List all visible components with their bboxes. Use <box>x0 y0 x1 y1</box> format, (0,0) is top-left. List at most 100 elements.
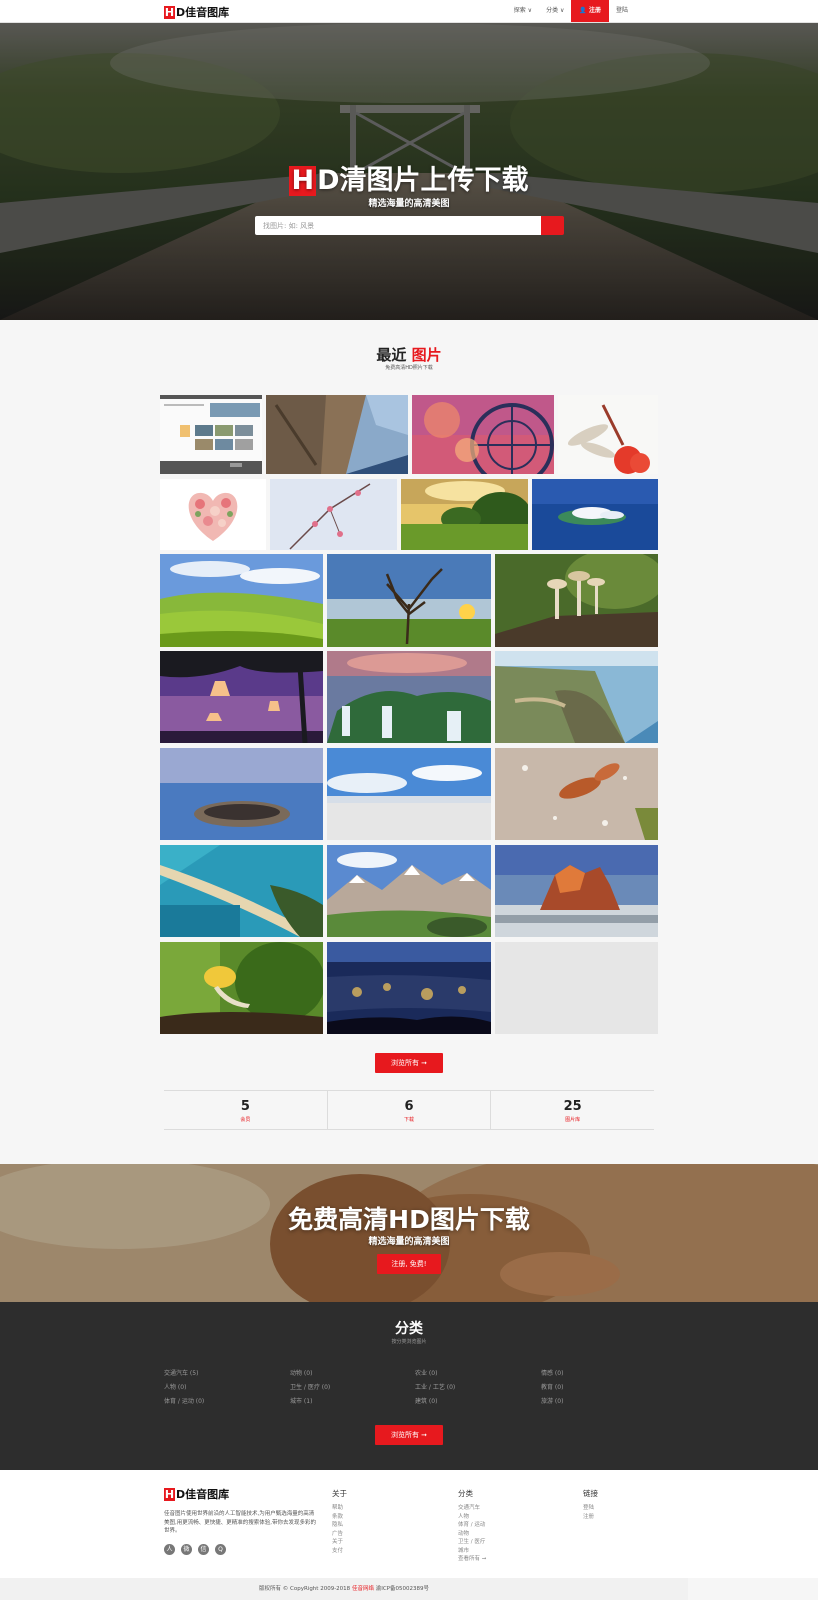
stat-downloads-label: 下载 <box>404 1117 415 1123</box>
copyright-suffix: 渝ICP备05002389号 <box>373 1586 429 1592</box>
category-link[interactable]: 体育 / 运动 (0) <box>164 1396 204 1405</box>
footer-col-links: 链接 登陆 注册 <box>583 1488 598 1521</box>
nav-register-button[interactable]: 👤 注册 <box>571 0 609 22</box>
nav-explore-dropdown[interactable]: 探索 ∨ <box>507 0 539 22</box>
category-link[interactable]: 工业 / 工艺 (0) <box>415 1382 455 1391</box>
footer-link[interactable]: 条款 <box>332 1513 347 1522</box>
footer-description: 佳音图片使用世界前沿的人工智能技术,为用户甄选海量的高清美图,用更流畅、更快捷、… <box>164 1511 316 1534</box>
nav-register-label: 注册 <box>588 7 601 14</box>
browse-all-photos-button[interactable]: 浏览所有 ➞ <box>375 1053 443 1073</box>
footer-link[interactable]: 登陆 <box>583 1504 598 1513</box>
site-logo[interactable]: H D佳音图库 <box>164 4 229 20</box>
footer-link[interactable]: 注册 <box>583 1513 598 1522</box>
footer-link[interactable]: 城市 <box>458 1547 486 1556</box>
banner-title: 免费高清HD图片下载 <box>288 1205 530 1234</box>
photo-cliff-crevice[interactable] <box>266 395 408 474</box>
footer-logo[interactable]: H D佳音图库 <box>164 1486 229 1502</box>
footer-link[interactable]: 动物 <box>458 1530 486 1539</box>
photo-sky-clouds[interactable] <box>327 748 491 840</box>
category-link[interactable]: 动物 (0) <box>290 1368 312 1377</box>
category-link[interactable]: 旅游 (0) <box>541 1396 563 1405</box>
photo-mushrooms-log[interactable] <box>495 554 658 647</box>
photo-snowy-mountains[interactable] <box>327 845 491 937</box>
photo-waterfalls[interactable] <box>327 651 491 743</box>
photo-tree-sunset[interactable] <box>327 554 491 647</box>
nav-categories-dropdown[interactable]: 分类 ∨ <box>539 0 571 22</box>
footer-link[interactable]: 查看所有 ➞ <box>458 1555 486 1564</box>
footer-link[interactable]: 体育 / 运动 <box>458 1521 486 1530</box>
hero-title-text: D清图片上传下载 <box>317 165 529 196</box>
banner-subtitle: 精选海量的高清美图 <box>368 1237 450 1247</box>
categories-title: 分类 <box>395 1321 423 1337</box>
copyright-bar: 版权所有 © CopyRight 2009-2018 佳音网络 渝ICP备050… <box>0 1578 688 1600</box>
logo-h-mark: H <box>164 5 175 19</box>
photo-beach-spit[interactable] <box>160 845 323 937</box>
photo-city-lights-night[interactable] <box>327 942 491 1034</box>
photo-rose-heart[interactable] <box>160 479 266 550</box>
photo-green-meadow[interactable] <box>401 479 528 550</box>
stat-downloads: 6 下载 <box>328 1091 492 1129</box>
logo-text: D佳音图库 <box>176 6 230 19</box>
photo-lanterns-tree-night[interactable] <box>160 651 323 743</box>
stat-gallery: 25 图片库 <box>491 1091 654 1129</box>
categories-subtitle: 按分类浏览图片 <box>391 1339 427 1345</box>
footer-link[interactable]: 广告 <box>332 1530 347 1539</box>
register-free-button[interactable]: 注册, 免费! <box>377 1254 441 1274</box>
footer-logo-h-mark: H <box>164 1487 175 1501</box>
categories-section: 分类 按分类浏览图片 交通汽车 (5) 动物 (0) 农业 (0) 情感 (0)… <box>0 1302 818 1470</box>
category-link[interactable]: 情感 (0) <box>541 1368 563 1377</box>
footer-link[interactable]: 卫生 / 医疗 <box>458 1538 486 1547</box>
search-button[interactable] <box>255 216 564 235</box>
main-nav: 探索 ∨ 分类 ∨ 👤 注册 登陆 <box>507 0 635 22</box>
category-link[interactable]: 教育 (0) <box>541 1382 563 1391</box>
photo-placeholder[interactable] <box>495 942 658 1034</box>
hero-subtitle: 精选海量的高清美图 <box>368 199 450 209</box>
category-link[interactable]: 建筑 (0) <box>415 1396 437 1405</box>
page: H D佳音图库 探索 ∨ 分类 ∨ 👤 注册 登陆 H D清图片上传下载 精选海… <box>0 0 818 1600</box>
copyright-brand-link[interactable]: 佳音网络 <box>352 1586 374 1592</box>
photo-ferris-wheel-fireworks[interactable] <box>412 395 554 474</box>
browse-all-categories-button[interactable]: 浏览所有 ➞ <box>375 1425 443 1445</box>
category-link[interactable]: 城市 (1) <box>290 1396 312 1405</box>
search-icon <box>255 216 263 224</box>
footer-link[interactable]: 隐私 <box>332 1521 347 1530</box>
footer-link[interactable]: 支付 <box>332 1547 347 1556</box>
photo-website-screenshot[interactable] <box>160 395 262 474</box>
footer-link[interactable]: 人物 <box>458 1513 486 1522</box>
stat-members-label: 会员 <box>240 1117 251 1123</box>
stat-downloads-value: 6 <box>404 1099 414 1114</box>
photo-leaping-squirrel[interactable] <box>495 748 658 840</box>
stat-members: 5 会员 <box>164 1091 328 1129</box>
user-icon: 👤 <box>579 7 587 14</box>
category-link[interactable]: 人物 (0) <box>164 1382 186 1391</box>
search-input[interactable] <box>255 216 541 235</box>
photo-geyser-rock[interactable] <box>495 845 658 937</box>
renren-icon[interactable]: 人 <box>164 1544 175 1555</box>
category-link[interactable]: 卫生 / 医疗 (0) <box>290 1382 330 1391</box>
hero-title-h: H <box>289 165 317 196</box>
stat-gallery-value: 25 <box>563 1099 582 1114</box>
photo-lake-spillway[interactable] <box>160 748 323 840</box>
recent-title-red: 图片 <box>411 346 442 364</box>
weibo-icon[interactable]: 微 <box>181 1544 192 1555</box>
stat-members-value: 5 <box>240 1099 250 1114</box>
photo-dragonfly-lantern[interactable] <box>558 395 658 474</box>
search-bar <box>255 216 564 235</box>
photo-island-ocean[interactable] <box>532 479 658 550</box>
qq-icon[interactable]: Q <box>215 1544 226 1555</box>
photo-coastal-cliffs[interactable] <box>495 651 658 743</box>
footer-logo-text: D佳音图库 <box>176 1488 230 1501</box>
footer-link[interactable]: 交通汽车 <box>458 1504 486 1513</box>
photo-pink-blossom[interactable] <box>270 479 397 550</box>
recent-section-title: 最近 图片 <box>0 344 818 365</box>
footer-link[interactable]: 关于 <box>332 1538 347 1547</box>
wechat-icon[interactable]: 信 <box>198 1544 209 1555</box>
category-link[interactable]: 交通汽车 (5) <box>164 1368 198 1377</box>
category-link[interactable]: 农业 (0) <box>415 1368 437 1377</box>
footer-link[interactable]: 帮助 <box>332 1504 347 1513</box>
recent-section-subtitle: 免费高清HD照片下载 <box>385 365 433 371</box>
photo-yellow-mushroom[interactable] <box>160 942 323 1034</box>
photo-green-hills[interactable] <box>160 554 323 647</box>
footer-col-categories-title: 分类 <box>458 1489 473 1498</box>
nav-login-link[interactable]: 登陆 <box>609 0 635 22</box>
